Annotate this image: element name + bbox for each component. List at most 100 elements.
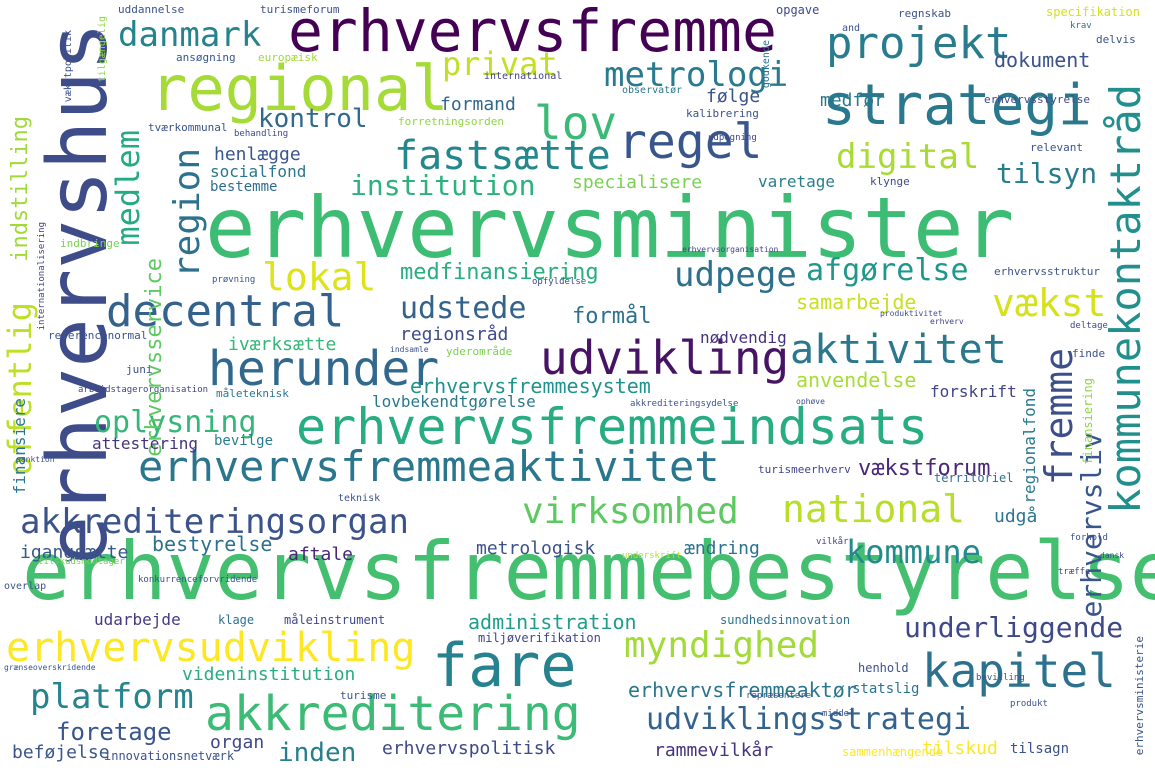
cloud-word: specifikation — [1046, 5, 1140, 19]
cloud-word: tilskudsmodtager — [38, 557, 125, 567]
cloud-word: relevant — [1030, 141, 1083, 154]
cloud-word: sanktion — [16, 455, 55, 464]
cloud-word: overlap — [4, 581, 47, 592]
cloud-word: and — [842, 23, 861, 34]
cloud-word: attestering — [92, 434, 198, 453]
cloud-word: udpegning — [708, 133, 757, 143]
cloud-word: tilsagn — [1010, 741, 1070, 757]
cloud-word: regnskab — [898, 7, 951, 20]
cloud-word: innovationsnetværk — [104, 749, 235, 763]
cloud-word: kapitel — [922, 644, 1116, 698]
cloud-word: varetage — [758, 172, 836, 191]
cloud-word: klynge — [870, 175, 910, 188]
cloud-word: produkt — [1010, 699, 1048, 709]
cloud-word: rammevilkår — [654, 740, 774, 761]
cloud-word: vækst — [992, 281, 1107, 325]
cloud-word: konkurrenceforvridende — [138, 575, 258, 585]
cloud-word: bevilge — [214, 433, 274, 449]
cloud-word: aktivitet — [790, 327, 1007, 373]
cloud-word: sammenhængende — [842, 745, 944, 759]
cloud-word: dokument — [994, 48, 1091, 72]
cloud-word: specialisere — [572, 172, 703, 193]
cloud-word: observatør — [622, 85, 683, 96]
cloud-word: behandling — [234, 129, 289, 139]
cloud-word: myndighed — [624, 625, 820, 666]
cloud-word: udarbejde — [94, 610, 181, 629]
cloud-word: vækstpolitik — [63, 30, 74, 103]
cloud-word: fare — [432, 631, 577, 701]
cloud-word: afgørelse — [806, 253, 969, 288]
cloud-word: institution — [350, 169, 536, 202]
cloud-word: inden — [278, 738, 357, 768]
cloud-word: erhvervsorganisation — [682, 245, 779, 254]
cloud-word: foretage — [56, 718, 172, 746]
cloud-word: tilsyn — [996, 157, 1098, 190]
cloud-word: regionalfond — [1020, 388, 1039, 504]
cloud-word: underskrift — [622, 551, 682, 561]
cloud-word: prøvning — [212, 275, 256, 285]
cloud-word: international — [484, 71, 563, 82]
cloud-word: kommune — [846, 533, 981, 571]
cloud-word: tilgængelig — [97, 16, 108, 83]
cloud-word: medlem — [109, 130, 147, 246]
cloud-word: region — [167, 148, 208, 279]
cloud-word: kalibrering — [686, 107, 759, 120]
cloud-word: formand — [440, 94, 516, 115]
cloud-word: udgå — [994, 506, 1038, 527]
cloud-word: national — [782, 487, 966, 531]
cloud-word: udstede — [400, 291, 527, 326]
cloud-word: middel — [822, 709, 855, 719]
cloud-word: delvis — [1096, 33, 1136, 46]
cloud-word: administration — [468, 610, 637, 634]
cloud-word: virksomhed — [522, 491, 739, 532]
cloud-word: indstilling — [8, 116, 33, 262]
cloud-word: erhvervspolitisk — [382, 738, 556, 759]
cloud-word: måleinstrument — [284, 613, 386, 627]
cloud-word: kommunekontaktråd — [1101, 84, 1150, 514]
cloud-word: lovbekendtgørelse — [372, 392, 536, 411]
cloud-word: henhold — [858, 661, 909, 675]
cloud-word: europæisk — [258, 51, 318, 64]
cloud-word: erhvervsstruktur — [994, 265, 1100, 278]
word-cloud: erhvervsminister erhvervsfremmebestyrels… — [0, 0, 1155, 770]
cloud-word: erhvervsudvikling — [6, 625, 416, 671]
cloud-word: dansk — [1100, 551, 1125, 560]
cloud-word: vilkår — [816, 537, 849, 547]
cloud-word: beføjelse — [12, 742, 110, 763]
cloud-word: udviklingsstrategi — [646, 702, 972, 737]
cloud-word: ansøgning — [176, 51, 236, 64]
cloud-word: digital — [836, 137, 980, 177]
cloud-word: finde — [1072, 347, 1106, 360]
cloud-word: godkende — [761, 40, 772, 89]
cloud-word: deltage — [1070, 321, 1108, 331]
cloud-word: yderområde — [446, 345, 513, 358]
cloud-word: sundhedsinnovation — [720, 613, 851, 627]
cloud-word: opfyldelse — [532, 277, 587, 287]
cloud-word: forskrift — [930, 382, 1017, 401]
cloud-word: iværksætte — [228, 334, 337, 355]
cloud-word: erhvervsfremmeaktør — [628, 678, 857, 702]
cloud-word: turismeerhverv — [758, 463, 851, 476]
cloud-word: træffe — [1058, 567, 1091, 577]
cloud-word: videninstitution — [182, 664, 356, 685]
cloud-word: juni — [126, 363, 153, 376]
cloud-word: bevilling — [976, 673, 1025, 683]
cloud-word: krav — [1070, 21, 1092, 31]
cloud-word: fremme — [1037, 348, 1081, 486]
cloud-word: turisme — [340, 689, 387, 702]
cloud-word: finansiering — [1081, 378, 1095, 465]
cloud-word: danmark — [118, 15, 262, 55]
cloud-word: erhvervsstyrelse — [984, 93, 1090, 106]
cloud-word: erhvervsministerie — [1133, 636, 1146, 756]
cloud-word: tværkommunal — [148, 121, 228, 134]
cloud-word: forhold — [1070, 533, 1108, 543]
cloud-word: erhverv — [930, 317, 964, 326]
cloud-word: erhvervsfremmeaktivitet — [138, 442, 720, 491]
cloud-word: aftale — [288, 544, 354, 565]
cloud-word: formål — [572, 304, 652, 329]
cloud-word: bestyrelse — [152, 532, 273, 556]
cloud-word: teknisk — [338, 493, 381, 504]
cloud-word: platform — [30, 677, 194, 717]
cloud-word: finansiere — [10, 398, 29, 495]
cloud-word: statslig — [852, 681, 920, 697]
